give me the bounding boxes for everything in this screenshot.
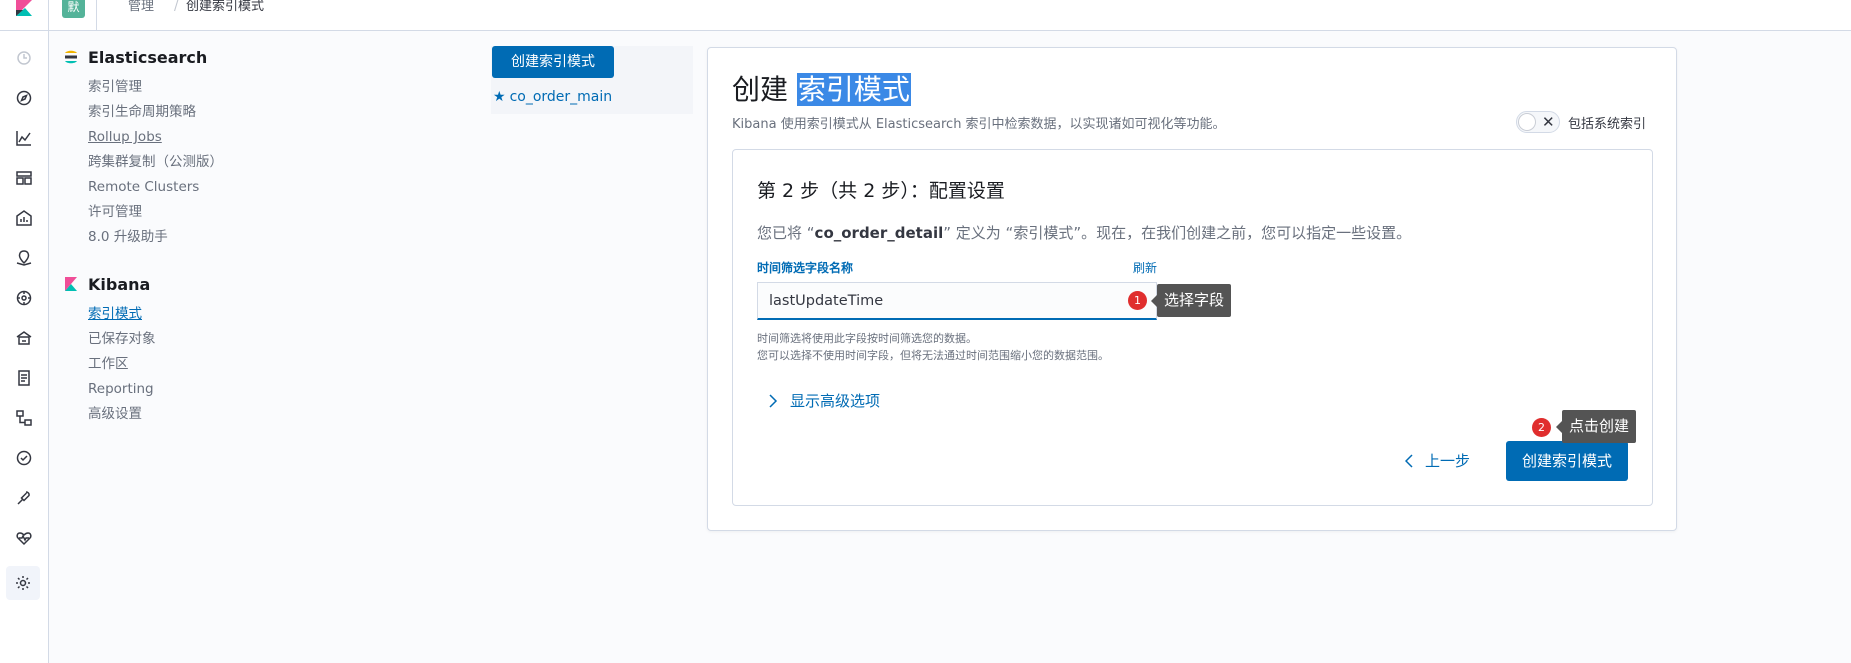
index-pattern-link[interactable]: ★ co_order_main xyxy=(493,89,612,105)
page-description: Kibana 使用索引模式从 Elasticsearch 索引中检索数据，以实现… xyxy=(732,117,1226,132)
advanced-label: 显示高级选项 xyxy=(790,392,881,410)
star-icon: ★ xyxy=(493,89,506,105)
toggle-knob xyxy=(1518,113,1536,131)
menu-reporting[interactable]: Reporting xyxy=(88,377,424,402)
infra-icon[interactable] xyxy=(13,327,35,349)
menu-spaces[interactable]: 工作区 xyxy=(88,352,424,377)
include-system-indices-toggle[interactable]: ✕ xyxy=(1516,111,1560,133)
monitoring-icon[interactable] xyxy=(13,527,35,549)
canvas-icon[interactable] xyxy=(13,207,35,229)
menu-remote-clusters[interactable]: Remote Clusters xyxy=(88,175,424,200)
section-title-text: Elasticsearch xyxy=(88,47,208,67)
elasticsearch-menu-list: 索引管理 索引生命周期策略 Rollup Jobs 跨集群复制（公测版） Rem… xyxy=(88,75,424,250)
chart-icon[interactable] xyxy=(13,127,35,149)
annotation-callout-2: 点击创建 xyxy=(1555,410,1637,443)
step-text-after: ” 定义为 “索引模式”。现在，在我们创建之前，您可以指定一些设置。 xyxy=(943,224,1412,242)
time-field-help: 时间筛选将使用此字段按时间筛选您的数据。 您可以选择不使用时间字段，但将无法通过… xyxy=(757,330,1109,364)
menu-rollup-jobs[interactable]: Rollup Jobs xyxy=(88,125,424,150)
map-icon[interactable] xyxy=(13,247,35,269)
space-avatar[interactable]: 默 xyxy=(62,0,85,18)
back-label: 上一步 xyxy=(1425,452,1471,470)
index-name: co_order_detail xyxy=(814,224,944,242)
kibana-menu-list: 索引模式 已保存对象 工作区 Reporting 高级设置 xyxy=(88,302,424,427)
help-line: 时间筛选将使用此字段按时间筛选您的数据。 xyxy=(757,332,977,345)
ml-icon[interactable] xyxy=(13,287,35,309)
step-title: 第 2 步（共 2 步）：配置设置 xyxy=(757,180,1005,202)
menu-ccr[interactable]: 跨集群复制（公测版） xyxy=(88,150,424,175)
management-side-menu: Elasticsearch 索引管理 索引生命周期策略 Rollup Jobs … xyxy=(64,46,424,427)
top-header: 默 管理 / 创建索引模式 xyxy=(0,0,1851,31)
step-text-before: 您已将 “ xyxy=(757,224,815,242)
close-icon: ✕ xyxy=(1542,113,1555,131)
menu-saved-objects[interactable]: 已保存对象 xyxy=(88,327,424,352)
refresh-link[interactable]: 刷新 xyxy=(1133,259,1157,276)
toggle-label: 包括系统索引 xyxy=(1568,117,1647,132)
menu-upgrade-assistant[interactable]: 8.0 升级助手 xyxy=(88,225,424,250)
annotation-badge-2: 2 xyxy=(1532,418,1551,437)
compass-icon[interactable] xyxy=(13,87,35,109)
kibana-logo-icon[interactable] xyxy=(14,0,34,16)
header-divider xyxy=(96,0,97,31)
title-prefix: 创建 xyxy=(732,73,789,106)
logs-icon[interactable] xyxy=(13,367,35,389)
menu-index-management[interactable]: 索引管理 xyxy=(88,75,424,100)
kibana-logo-icon xyxy=(65,277,77,291)
menu-license[interactable]: 许可管理 xyxy=(88,200,424,225)
section-title-text: Kibana xyxy=(88,274,151,294)
header-divider xyxy=(48,0,49,31)
dashboard-icon[interactable] xyxy=(13,167,35,189)
clock-icon[interactable] xyxy=(13,47,35,69)
breadcrumb-management[interactable]: 管理 xyxy=(128,0,154,13)
step-text: 您已将 “co_order_detail” 定义为 “索引模式”。现在，在我们创… xyxy=(757,222,1411,243)
breadcrumb-current: 创建索引模式 xyxy=(186,0,265,14)
kibana-section-title: Kibana xyxy=(64,273,424,295)
elasticsearch-logo-icon xyxy=(65,50,77,64)
chevron-right-icon xyxy=(769,393,778,408)
time-field-label: 时间筛选字段名称 xyxy=(757,261,854,275)
index-pattern-name: co_order_main xyxy=(509,89,613,105)
page-title: 创建 索引模式 xyxy=(732,72,911,108)
elasticsearch-section-title: Elasticsearch xyxy=(64,46,424,68)
annotation-badge-1: 1 xyxy=(1128,291,1147,310)
menu-advanced-settings[interactable]: 高级设置 xyxy=(88,402,424,427)
back-button[interactable]: 上一步 xyxy=(1405,450,1470,471)
create-index-pattern-submit-button[interactable]: 创建索引模式 xyxy=(1506,441,1628,481)
apm-icon[interactable] xyxy=(13,407,35,429)
help-line: 您可以选择不使用时间字段，但将无法通过时间范围缩小您的数据范围。 xyxy=(757,349,1109,362)
menu-ilm-policies[interactable]: 索引生命周期策略 xyxy=(88,100,424,125)
menu-index-patterns[interactable]: 索引模式 xyxy=(88,302,424,327)
chevron-left-icon xyxy=(1405,453,1413,468)
breadcrumb-separator: / xyxy=(174,0,179,14)
nav-rail xyxy=(0,31,49,663)
annotation-callout-1: 选择字段 xyxy=(1150,284,1232,317)
create-index-pattern-button[interactable]: 创建索引模式 xyxy=(492,46,614,78)
uptime-icon[interactable] xyxy=(13,447,35,469)
devtools-icon[interactable] xyxy=(13,487,35,509)
time-field-select[interactable]: lastUpdateTime xyxy=(757,282,1157,320)
show-advanced-options-link[interactable]: 显示高级选项 xyxy=(768,390,880,411)
management-gear-icon[interactable] xyxy=(6,566,40,600)
title-highlight: 索引模式 xyxy=(796,73,911,106)
